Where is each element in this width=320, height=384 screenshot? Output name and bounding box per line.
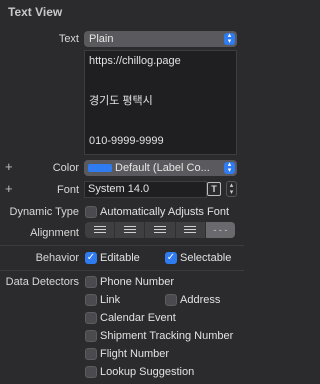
font-add-variation-button[interactable]: + [5,181,13,196]
font-label: Font [56,184,79,196]
color-add-variation-button[interactable]: + [5,159,13,174]
divider [0,245,244,246]
text-type-popup[interactable]: Plain ▴ ▾ [84,31,237,47]
text-content-editor[interactable]: https://chillog.page 경기도 평택시 010-9999-99… [84,50,237,155]
selectable-checkbox[interactable]: ✓ [165,252,177,264]
text-line [89,74,232,94]
calendar-event-checkbox[interactable] [85,312,97,324]
text-line: 010-9999-9999 [89,135,164,147]
text-label: Text [58,33,79,45]
data-detectors-label: Data Detectors [5,276,79,288]
dynamic-type-option: Automatically Adjusts Font [100,206,230,218]
text-line [89,114,232,134]
link-checkbox[interactable] [85,294,97,306]
address-label: Address [180,294,221,306]
editable-checkbox[interactable]: ✓ [85,252,97,264]
color-popup[interactable]: Default (Label Co... ▴ ▾ [84,160,237,176]
calendar-event-label: Calendar Event [100,312,176,324]
alignment-label: Alignment [30,227,79,239]
alignment-segmented-control[interactable]: - - - [85,222,235,238]
text-line: 경기도 평택시 [89,95,153,107]
align-justified-icon[interactable] [176,222,206,238]
dynamic-type-label: Dynamic Type [9,206,80,218]
behavior-label: Behavior [35,252,79,264]
editable-label: Editable [100,252,140,264]
lookup-suggestion-checkbox[interactable] [85,366,97,378]
text-type-value: Plain [89,33,114,45]
align-center-icon[interactable] [115,222,146,238]
shipment-tracking-label: Shipment Tracking Number [100,330,234,342]
phone-number-label: Phone Number [100,276,174,288]
align-right-icon[interactable] [145,222,176,238]
divider [0,270,244,271]
color-swatch [88,164,112,173]
font-field[interactable]: System 14.0 [84,181,207,198]
text-line: https://chillog.page [89,55,181,67]
phone-number-checkbox[interactable] [85,276,97,288]
font-picker-icon[interactable]: T [207,182,221,196]
color-value: Default (Label Co... [115,162,210,174]
popup-arrows-icon: ▴ ▾ [224,161,235,174]
address-checkbox[interactable] [165,294,177,306]
flight-number-checkbox[interactable] [85,348,97,360]
align-natural-icon[interactable]: - - - [205,222,235,238]
dynamic-type-checkbox[interactable] [85,206,97,218]
align-left-icon[interactable] [85,222,116,238]
shipment-tracking-checkbox[interactable] [85,330,97,342]
link-label: Link [100,294,121,306]
popup-arrows-icon: ▴ ▾ [224,32,235,45]
color-label: Color [52,162,79,174]
font-size-stepper[interactable]: ▴ ▾ [226,181,237,197]
section-title: Text View [8,5,63,19]
selectable-label: Selectable [180,252,232,264]
lookup-suggestion-label: Lookup Suggestion [100,366,195,378]
font-value: System 14.0 [88,183,150,195]
flight-number-label: Flight Number [100,348,170,360]
